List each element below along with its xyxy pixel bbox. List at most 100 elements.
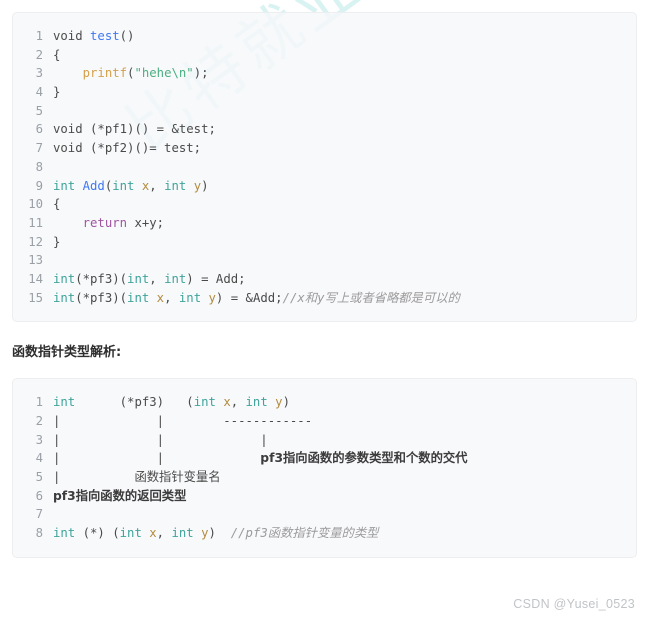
code-line: 2 | | ------------: [13, 412, 636, 431]
code-token: y: [193, 178, 202, 193]
line-number: 10: [28, 197, 43, 212]
code-token: test: [90, 29, 120, 43]
code-token: | | ------------: [53, 414, 313, 428]
line-number: 8: [35, 159, 43, 174]
code-token: {: [53, 197, 61, 212]
code-token: int: [53, 271, 76, 286]
code-line: 12}: [13, 233, 636, 252]
line-number: 13: [28, 253, 43, 268]
line-number: 1: [35, 29, 43, 43]
line-number: 3: [35, 432, 43, 447]
line-number: 8: [35, 526, 43, 541]
code-token: ): [201, 178, 209, 193]
code-token: ): [208, 526, 231, 541]
code-token: int: [53, 526, 76, 541]
code-token: int: [171, 526, 194, 541]
section-heading-wrapper: 函数指针类型解析:: [0, 322, 649, 378]
code-block-1[interactable]: 1void test()2{3 printf("hehe\n");4}5​6vo…: [12, 12, 637, 323]
line-number: 2: [35, 47, 43, 62]
code-token: x: [149, 526, 157, 541]
code-token: | |: [53, 451, 261, 466]
code-token: ): [282, 395, 290, 410]
code-line: 3 | | |: [13, 431, 636, 450]
code-line: 4 | | pf3指向函数的参数类型和个数的交代: [13, 449, 636, 468]
line-number: 4: [35, 451, 43, 466]
code-token: (*pf3)(: [75, 290, 128, 305]
code-token: ,: [230, 395, 246, 410]
code-token: (*pf2)()= test;: [82, 141, 202, 156]
code-token: );: [193, 66, 209, 81]
code-line: 7 void (*pf2)()= test;: [13, 139, 636, 158]
code-token: (*pf3) (: [75, 395, 194, 410]
code-token: 函数指针变量名: [134, 470, 221, 485]
code-line: 5 | 函数指针变量名: [13, 468, 636, 487]
code-token: (*pf1)() = &test;: [82, 122, 216, 137]
code-token: (): [119, 29, 135, 43]
code-token: printf: [82, 66, 128, 81]
code-block-2[interactable]: 1 int (*pf3) (int x, int y) 2 | | ---------…: [12, 378, 637, 558]
code-line: 6 void (*pf1)() = &test;: [13, 120, 636, 139]
code-token: y: [275, 395, 283, 410]
line-number: 9: [35, 178, 43, 193]
code-line: 6 pf3指向函数的返回类型: [13, 487, 636, 506]
code-line: 3 printf("hehe\n");: [13, 64, 636, 83]
code-token: |: [53, 470, 135, 485]
code-token: ,: [164, 290, 179, 305]
code-token: int: [178, 290, 202, 305]
code-token: }: [53, 85, 61, 100]
code-line: 8 int (*) (int x, int y) //pf3函数指针变量的类型: [13, 524, 636, 543]
code-token: x+y;: [127, 215, 165, 230]
code-token: //pf3函数指针变量的类型: [230, 526, 379, 541]
code-block-2-content: 1 int (*pf3) (int x, int y) 2 | | ---------…: [13, 393, 636, 543]
code-token: //x和y写上或者省略都是可以的: [282, 290, 460, 305]
code-token: void: [53, 122, 83, 137]
line-number: 5: [35, 470, 43, 485]
line-number: 5: [35, 103, 43, 118]
code-line: 9 int Add(int x, int y): [13, 177, 636, 196]
code-token: ,: [149, 271, 165, 286]
code-token: (*pf3)(: [75, 271, 128, 286]
code-token: int: [53, 178, 76, 193]
code-token: int: [127, 290, 150, 305]
top-spacer: [0, 0, 649, 12]
code-line: 10 {: [13, 195, 636, 214]
code-token: int: [245, 395, 268, 410]
code-token: pf3指向函数的参数类型和个数的交代: [260, 451, 468, 466]
code-token: "hehe\n": [134, 66, 194, 81]
page-content: 1void test()2{3 printf("hehe\n");4}5​6vo…: [0, 0, 649, 558]
code-line: 13​: [13, 251, 636, 270]
code-token: (*) (: [75, 526, 120, 541]
line-number: 6: [35, 488, 43, 503]
watermark-footer-credit: CSDN @Yusei_0523: [513, 597, 635, 611]
code-token: ) = Add;: [186, 271, 246, 286]
line-number: 2: [35, 414, 43, 428]
line-number: 15: [28, 290, 43, 305]
code-token: int: [119, 526, 142, 541]
code-token: x: [223, 395, 231, 410]
line-number: 6: [35, 122, 43, 137]
code-line: 2{: [13, 46, 636, 65]
code-token: y: [208, 290, 216, 305]
code-token: int: [164, 178, 187, 193]
page-title: 函数指针类型解析:: [12, 345, 122, 361]
code-token: int: [164, 271, 187, 286]
code-line: 4}: [13, 83, 636, 102]
code-token: int: [112, 178, 135, 193]
code-line: 15 int(*pf3)(int x, int y) = &Add;//x和y写上…: [13, 289, 636, 308]
code-token: x: [156, 290, 165, 305]
code-line: 5​: [13, 102, 636, 121]
code-token: Add: [82, 178, 105, 193]
code-token: void: [53, 29, 83, 43]
code-token: {: [53, 47, 61, 62]
code-line: 11 return x+y;: [13, 214, 636, 233]
line-number: 12: [28, 234, 43, 249]
code-token: pf3指向函数的返回类型: [53, 488, 187, 503]
code-line: 1 void test(): [13, 27, 636, 46]
line-number: 3: [35, 66, 43, 81]
